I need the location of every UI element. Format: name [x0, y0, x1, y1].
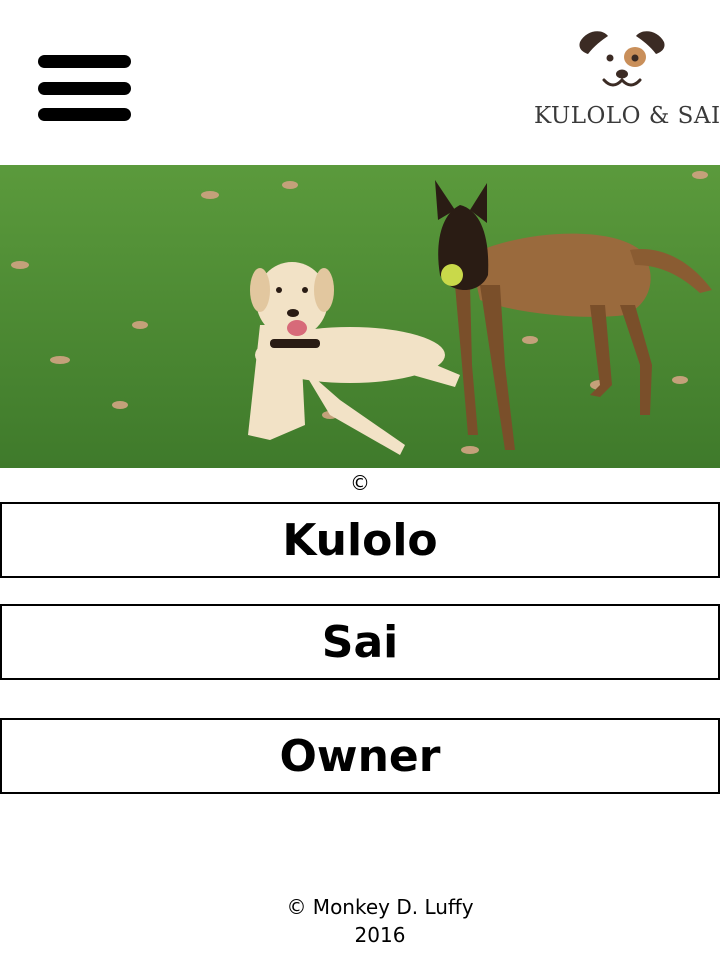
nav-label: Kulolo	[282, 514, 438, 566]
footer-year: 2016	[354, 923, 406, 947]
dog-face-icon	[579, 31, 665, 87]
hero-image	[0, 165, 720, 468]
footer: © Monkey D. Luffy 2016	[0, 893, 720, 949]
hero-caption: ©	[350, 471, 370, 495]
footer-copyright: © Monkey D. Luffy	[286, 895, 474, 919]
menu-bar	[38, 108, 131, 121]
nav-owner-button[interactable]: Owner	[0, 718, 720, 794]
menu-bar	[38, 82, 131, 95]
nav-sai-button[interactable]: Sai	[0, 604, 720, 680]
site-logo[interactable]: KULOLO & SAI	[530, 22, 720, 134]
logo-text: KULOLO & SAI	[534, 103, 720, 129]
menu-bar	[38, 55, 131, 68]
nav-kulolo-button[interactable]: Kulolo	[0, 502, 720, 578]
hamburger-menu-button[interactable]	[38, 55, 132, 123]
nav-label: Owner	[279, 730, 441, 782]
nav-label: Sai	[321, 616, 399, 668]
